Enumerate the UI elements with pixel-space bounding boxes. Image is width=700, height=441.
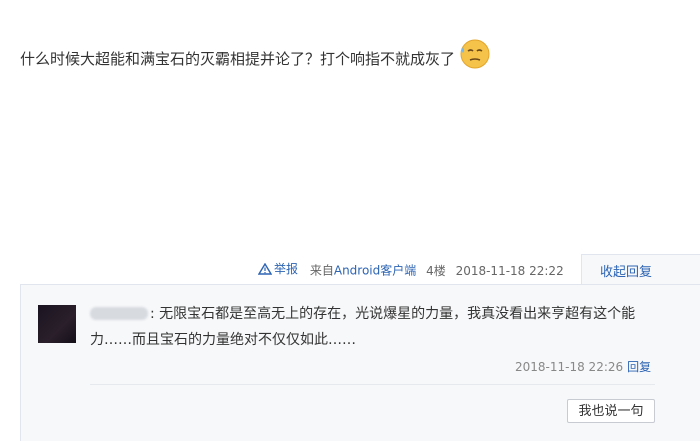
source-link[interactable]: Android客户端	[334, 264, 416, 278]
divider	[90, 384, 655, 385]
sweat-emoji-icon	[459, 38, 491, 70]
report-label: 举报	[274, 262, 299, 276]
post-datetime: 2018-11-18 22:22	[455, 263, 564, 278]
floor-number: 4楼	[426, 263, 446, 278]
collapse-reply-link[interactable]: 收起回复	[600, 261, 652, 280]
reply-content: : 无限宝石都是至高无上的存在，光说爆星的力量，我真没看出来亨超有这个能力……而…	[90, 301, 662, 353]
post-meta: 举报 来自Android客户端 4楼 2018-11-18 22:22	[258, 260, 564, 279]
post-content: 什么时候大超能和满宝石的灭霸相提并论了？打个响指不就成灰了	[20, 38, 491, 70]
source-client: 来自Android客户端	[309, 263, 417, 278]
post-text: 什么时候大超能和满宝石的灭霸相提并论了？打个响指不就成灰了	[20, 50, 456, 68]
report-link[interactable]: 举报	[258, 260, 298, 277]
reply-datetime: 2018-11-18 22:26	[515, 360, 624, 374]
reply-link[interactable]: 回复	[627, 360, 651, 374]
reply-prefix: :	[150, 306, 160, 322]
warning-icon	[258, 262, 272, 275]
reply-meta: 2018-11-18 22:26 回复	[515, 358, 651, 375]
reply-text: 无限宝石都是至高无上的存在，光说爆星的力量，我真没看出来亨超有这个能力……而且宝…	[90, 306, 636, 348]
avatar[interactable]	[38, 305, 76, 343]
say-something-button[interactable]: 我也说一句	[567, 399, 655, 423]
